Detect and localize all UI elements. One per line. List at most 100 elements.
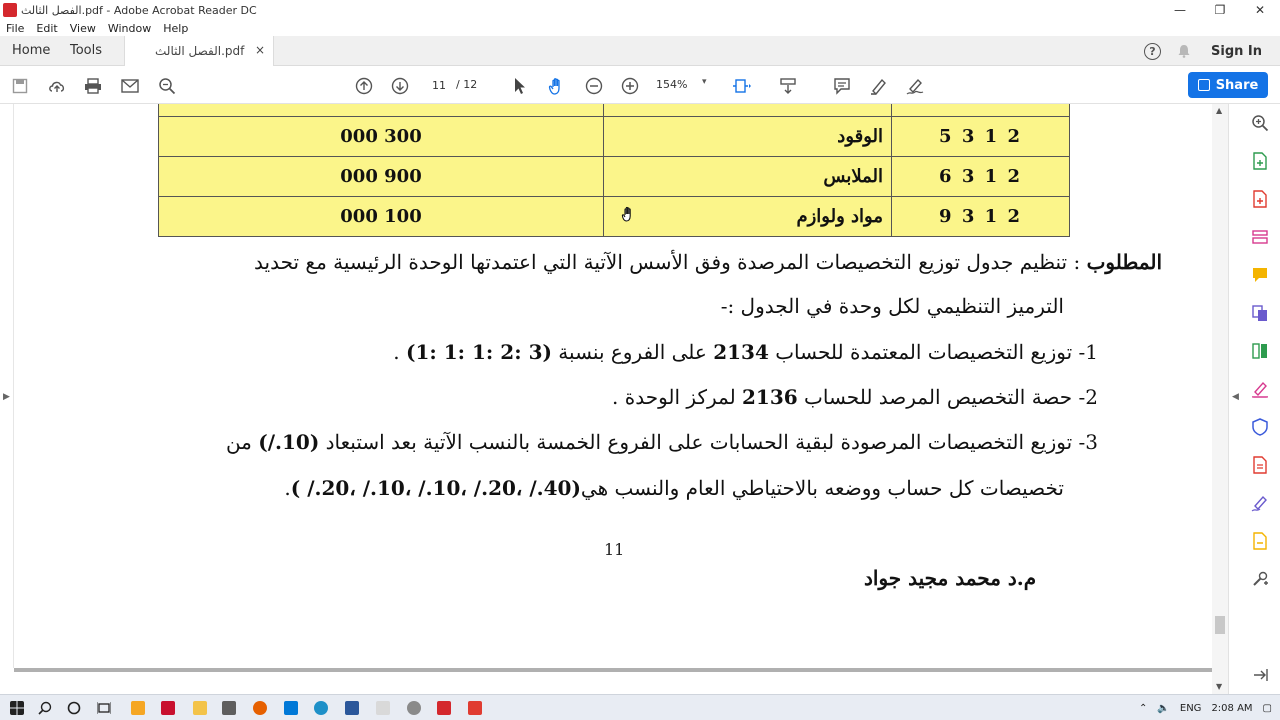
search-icon[interactable] xyxy=(1251,114,1269,132)
page-total: / 12 xyxy=(456,78,478,91)
scrollbar-thumb[interactable] xyxy=(1215,616,1225,634)
speaker-icon[interactable]: 🔈 xyxy=(1157,703,1169,714)
windows-start-icon[interactable] xyxy=(10,701,24,715)
expand-panel-icon[interactable] xyxy=(1251,666,1269,684)
scroll-up-icon[interactable]: ▲ xyxy=(1216,106,1222,115)
next-page-icon[interactable] xyxy=(389,75,411,97)
help-icon[interactable]: ? xyxy=(1144,42,1161,60)
zoom-in-icon[interactable] xyxy=(619,75,641,97)
mail-icon[interactable] xyxy=(284,701,298,715)
tab-document[interactable]: الفصل الثالث.pdf × xyxy=(124,36,274,66)
create-pdf-icon[interactable] xyxy=(1251,190,1269,208)
email-icon[interactable] xyxy=(119,75,141,97)
cortana-icon[interactable] xyxy=(67,701,81,715)
send-for-review-icon[interactable] xyxy=(1251,532,1269,550)
zoom-level-select[interactable]: 154% xyxy=(656,78,687,91)
print-icon[interactable] xyxy=(82,75,104,97)
required-paragraph-line2: الترميز التنظيمي لكل وحدة في الجدول :- xyxy=(720,294,1064,318)
item-1-account: 2134 xyxy=(713,340,769,364)
table-cell-amount: 100 000 xyxy=(158,196,604,237)
search-icon[interactable] xyxy=(156,75,178,97)
share-button[interactable]: Share xyxy=(1188,72,1268,98)
more-tools-icon[interactable] xyxy=(1251,570,1269,588)
hand-cursor-icon xyxy=(621,206,631,222)
window-controls: — ❐ ✕ xyxy=(1160,0,1280,20)
expand-left-panel-icon[interactable]: ▶ xyxy=(3,392,10,402)
item-3-line2-percents: (40./ ،20./ ،10./ ،10./ ،20./ ) xyxy=(290,476,581,500)
export-pdf-icon[interactable] xyxy=(1251,152,1269,170)
scroll-down-icon[interactable]: ▼ xyxy=(1216,682,1222,691)
table-cell-code: 2 1 3 9 xyxy=(891,196,1070,237)
maximize-button[interactable]: ❐ xyxy=(1200,0,1240,20)
item-2-account: 2136 xyxy=(742,385,798,409)
fill-sign-icon[interactable] xyxy=(1251,380,1269,398)
item-3-text-a: 3- توزيع التخصيصات المرصودة لبقية الحساب… xyxy=(319,430,1098,454)
comment-tool-icon[interactable] xyxy=(1251,266,1269,284)
store-icon[interactable] xyxy=(222,701,236,715)
menu-help[interactable]: Help xyxy=(163,22,188,35)
tray-lang[interactable]: ENG xyxy=(1180,703,1202,714)
item-2-text-b: لمركز الوحدة . xyxy=(612,385,743,409)
select-cursor-icon[interactable] xyxy=(509,75,531,97)
item-1: 1- توزيع التخصيصات المعتمدة للحساب 2134 … xyxy=(393,340,1098,364)
collapse-right-panel-icon[interactable]: ◀ xyxy=(1232,392,1239,402)
scroll-mode-icon[interactable] xyxy=(777,75,799,97)
save-icon[interactable] xyxy=(9,75,31,97)
zoom-out-icon[interactable] xyxy=(583,75,605,97)
sign-pen-icon[interactable] xyxy=(904,75,926,97)
protect-shield-icon[interactable] xyxy=(1251,418,1269,436)
upload-cloud-icon[interactable] xyxy=(46,75,68,97)
acrobat-taskbar-icon[interactable] xyxy=(437,701,451,715)
tab-tools[interactable]: Tools xyxy=(70,43,102,58)
system-tray: ⌃ 🔈 ENG 2:08 AM ▢ xyxy=(1129,695,1272,720)
table-cell-name xyxy=(603,104,892,117)
search-icon[interactable] xyxy=(38,701,52,715)
tray-clock[interactable]: 2:08 AM xyxy=(1211,703,1252,714)
menu-view[interactable]: View xyxy=(70,22,96,35)
table-cell-code xyxy=(891,104,1070,117)
minimize-button[interactable]: — xyxy=(1160,0,1200,20)
menu-file[interactable]: File xyxy=(6,22,24,35)
required-text: : تنظيم جدول توزيع التخصيصات المرصدة وفق… xyxy=(254,250,1087,274)
notifications-icon[interactable]: ▢ xyxy=(1263,703,1272,714)
media-app-icon[interactable] xyxy=(161,701,175,715)
table-cell-amount: 900 000 xyxy=(158,156,604,197)
share-icon xyxy=(1197,79,1210,91)
browser-icon[interactable] xyxy=(407,701,421,715)
file-explorer-icon[interactable] xyxy=(193,701,207,715)
close-window-button[interactable]: ✕ xyxy=(1240,0,1280,20)
app-icon[interactable] xyxy=(376,701,390,715)
sign-in-button[interactable]: Sign In xyxy=(1211,44,1262,59)
edge-icon[interactable] xyxy=(314,701,328,715)
compress-pdf-icon[interactable] xyxy=(1251,456,1269,474)
allocations-table: 2 1 3 5 الوقود 300 000 2 1 3 6 الملابس 9… xyxy=(158,104,1070,237)
left-panel-toggle[interactable]: ▶ xyxy=(0,104,14,668)
tab-home[interactable]: Home xyxy=(12,43,50,58)
request-signature-icon[interactable] xyxy=(1251,494,1269,512)
acrobat-reader-taskbar-icon[interactable] xyxy=(468,701,482,715)
comment-icon[interactable] xyxy=(831,75,853,97)
edit-pdf-icon[interactable] xyxy=(1251,228,1269,246)
toolbar: 11 / 12 154% ▾ xyxy=(0,67,1280,104)
item-1-ratio: (3 :2 :1 :1 :1) xyxy=(405,340,552,364)
combine-files-icon[interactable] xyxy=(1251,304,1269,322)
hand-tool-icon[interactable] xyxy=(546,75,568,97)
word-icon[interactable] xyxy=(345,701,359,715)
vertical-scrollbar[interactable]: ▲ ▼ xyxy=(1212,104,1228,694)
close-tab-icon[interactable]: × xyxy=(255,43,265,57)
organize-pages-icon[interactable] xyxy=(1251,342,1269,360)
task-view-icon[interactable] xyxy=(97,701,111,715)
highlight-pen-icon[interactable] xyxy=(868,75,890,97)
page-number-input[interactable]: 11 xyxy=(424,75,454,95)
tab-bar: Home Tools الفصل الثالث.pdf × ? Sign In xyxy=(0,36,1280,66)
menu-window[interactable]: Window xyxy=(108,22,151,35)
page-fit-icon[interactable] xyxy=(731,75,753,97)
item-1-text-a: 1- توزيع التخصيصات المعتمدة للحساب xyxy=(768,340,1098,364)
tray-chevron-icon[interactable]: ⌃ xyxy=(1139,703,1147,714)
notification-bell-icon[interactable] xyxy=(1177,44,1191,58)
menu-edit[interactable]: Edit xyxy=(36,22,57,35)
zoom-dropdown-chevron-icon[interactable]: ▾ xyxy=(702,77,707,87)
firefox-icon[interactable] xyxy=(253,701,267,715)
paint-app-icon[interactable] xyxy=(131,701,145,715)
previous-page-icon[interactable] xyxy=(353,75,375,97)
